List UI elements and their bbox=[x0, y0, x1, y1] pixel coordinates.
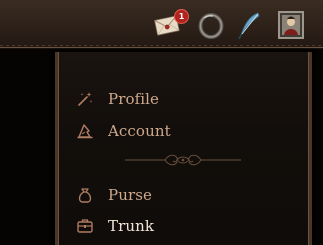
notification-badge: 1 bbox=[174, 9, 189, 24]
menu-item-label: Trunk bbox=[108, 217, 155, 235]
top-bar: 1 bbox=[0, 0, 323, 48]
ring-icon[interactable] bbox=[196, 10, 226, 40]
app-window: 1 Profile Account Purse Trunk bbox=[0, 0, 323, 245]
flourish-divider-icon bbox=[125, 154, 241, 166]
menu-item-label: Profile bbox=[108, 90, 160, 108]
menu-item-purse[interactable]: Purse bbox=[76, 183, 152, 207]
menu-item-profile[interactable]: Profile bbox=[76, 87, 159, 111]
coin-purse-icon bbox=[78, 188, 92, 203]
wizard-hat-icon bbox=[77, 124, 93, 139]
magic-wand-icon bbox=[78, 92, 93, 106]
menu-item-label: Account bbox=[108, 122, 171, 140]
menu-item-label: Purse bbox=[108, 186, 152, 204]
menu-item-trunk[interactable]: Trunk bbox=[76, 214, 154, 238]
quill-icon[interactable] bbox=[234, 10, 264, 40]
menu-item-account[interactable]: Account bbox=[76, 119, 171, 143]
portrait-icon[interactable] bbox=[276, 10, 306, 40]
trunk-icon bbox=[77, 219, 93, 233]
